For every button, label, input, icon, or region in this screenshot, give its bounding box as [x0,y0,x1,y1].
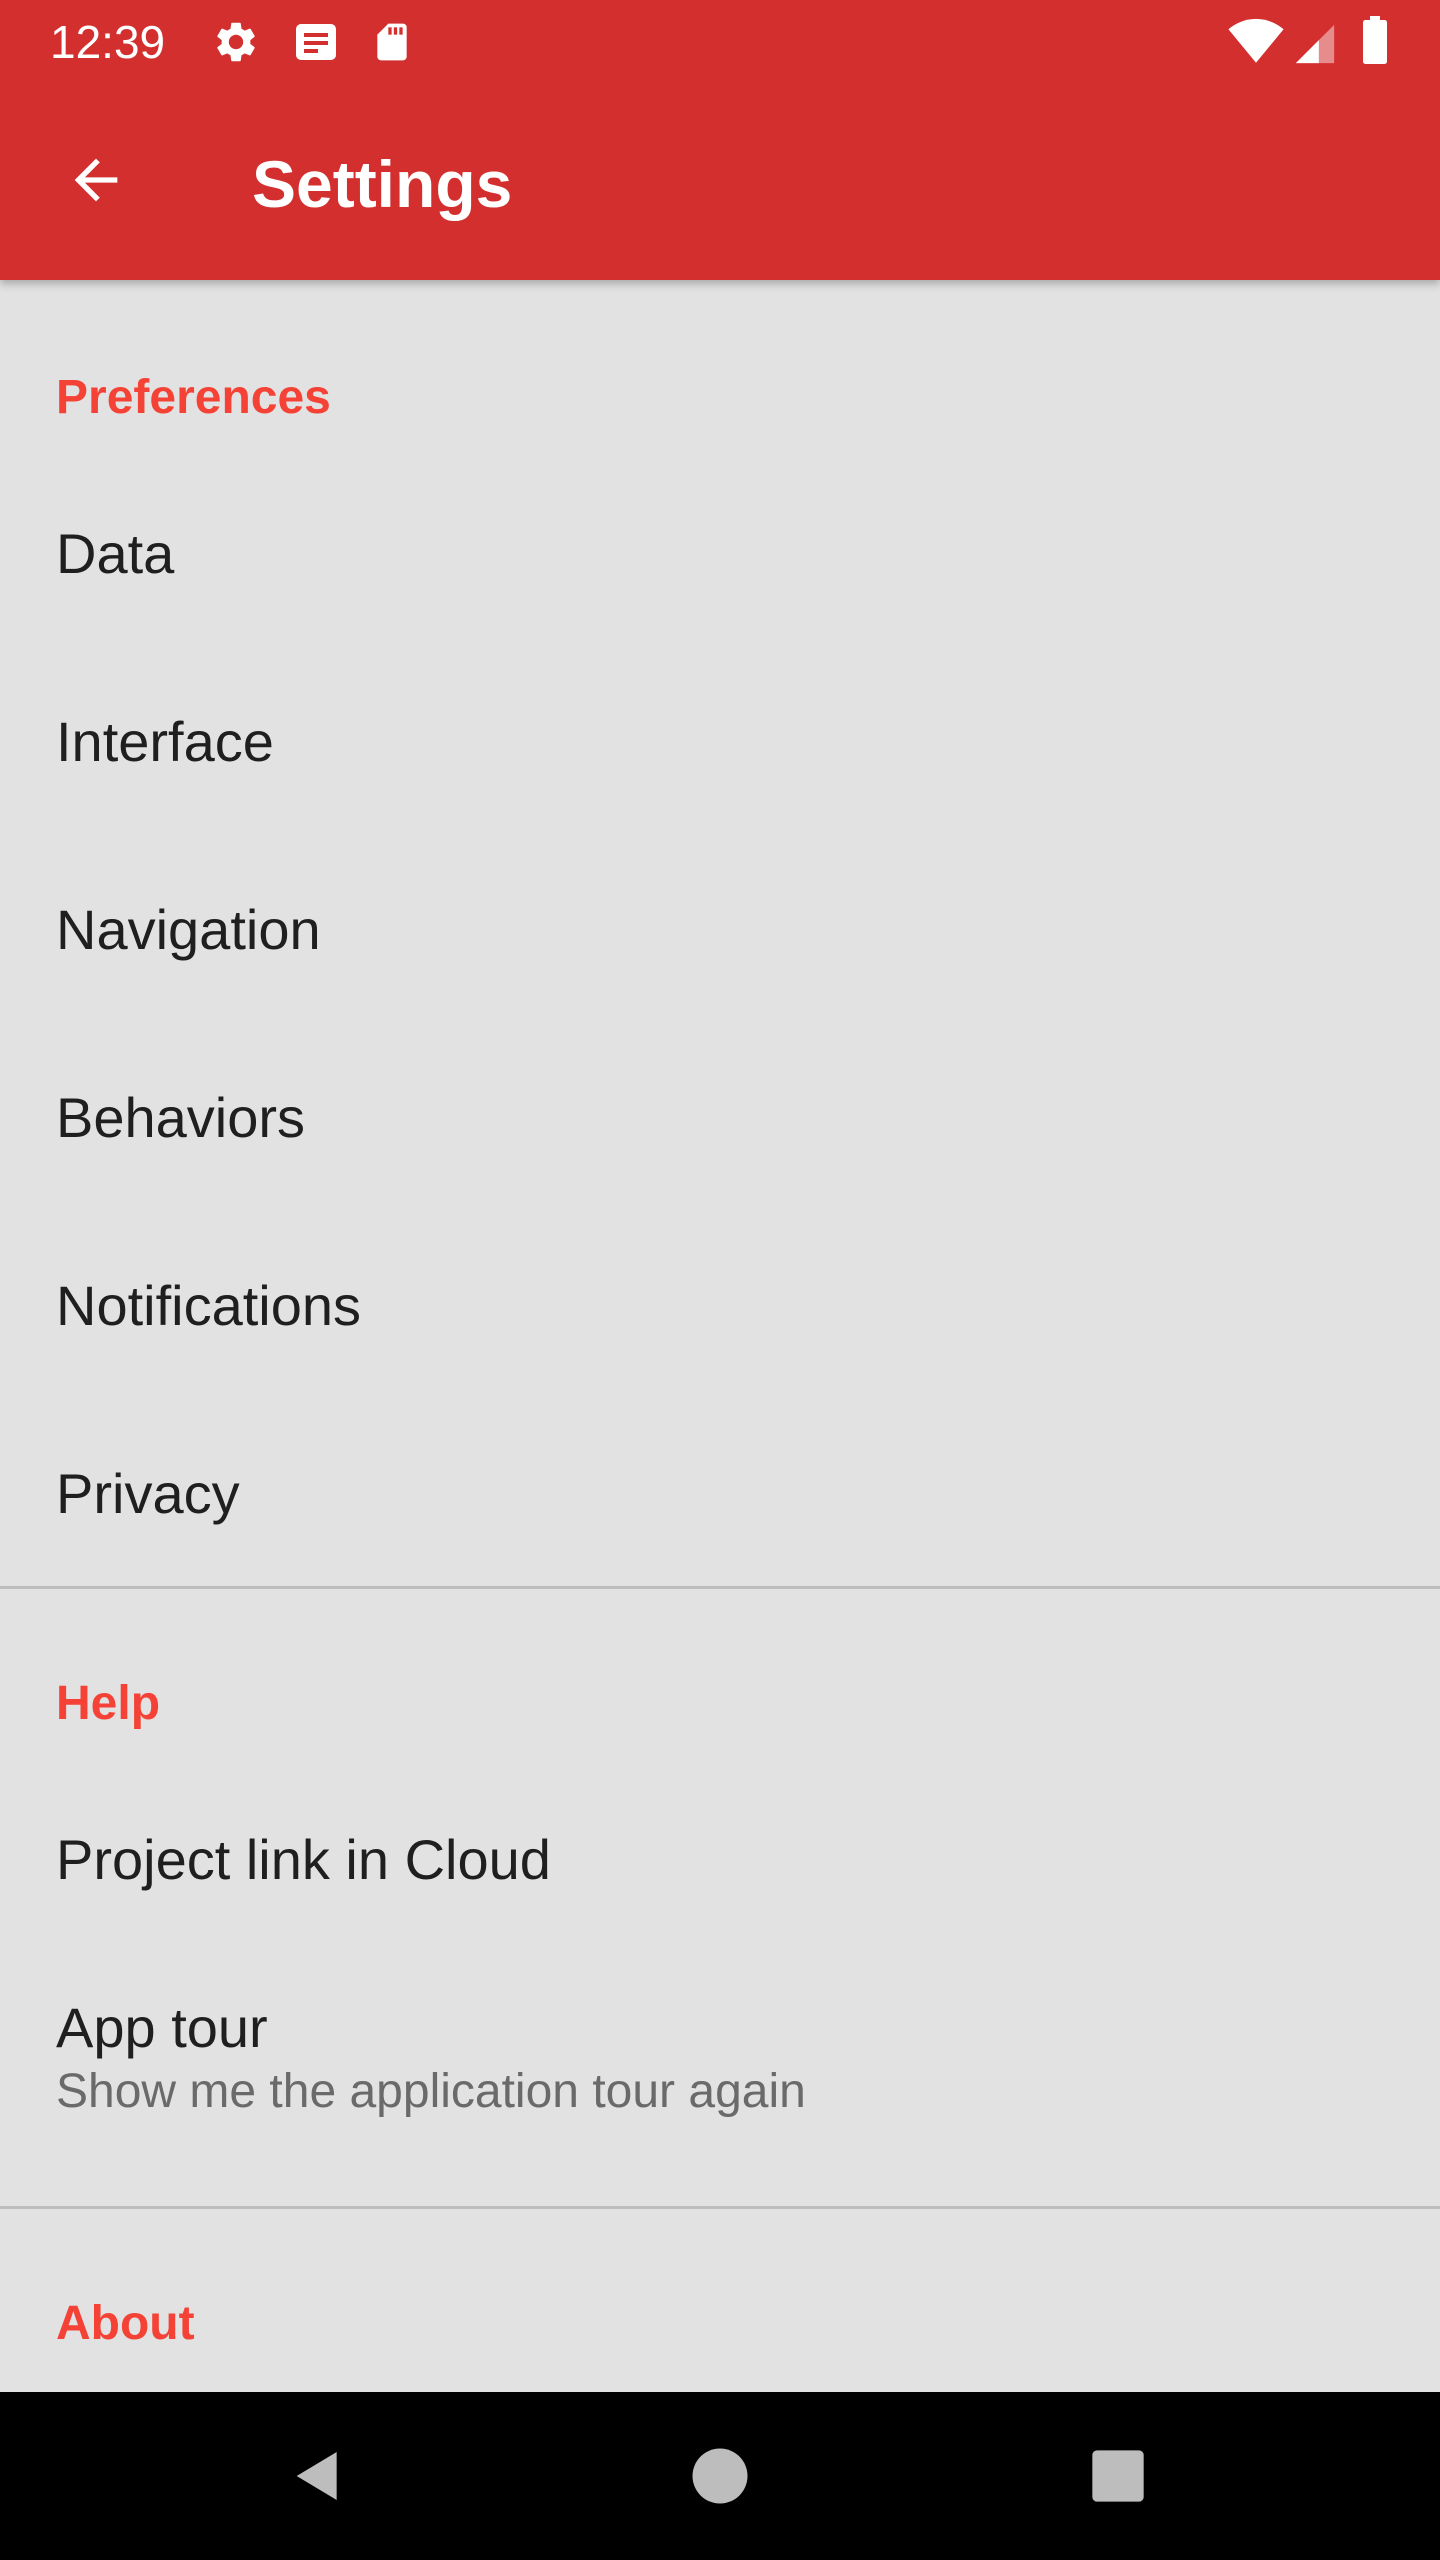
recents-square-icon [1092,2450,1144,2502]
pref-item-privacy[interactable]: Privacy [0,1400,1440,1588]
pref-item-summary: Show me the application tour again [56,2065,806,2118]
status-bar: 12:39 [0,0,1440,84]
wifi-icon [1228,18,1284,63]
sd-card-icon [377,23,407,61]
pref-item-title: App tour [56,1996,268,2059]
cellular-signal-icon [1295,24,1335,64]
gear-icon [217,22,255,62]
notification-icon [296,24,336,60]
nav-back-button[interactable] [268,2426,368,2526]
page-title: Settings [252,147,513,221]
battery-icon [1363,16,1387,64]
pref-item-notifications[interactable]: Notifications [0,1212,1440,1400]
status-time: 12:39 [50,16,166,68]
pref-item-data[interactable]: Data [0,460,1440,648]
home-circle-icon [692,2448,748,2504]
pref-item-title: Data [56,522,175,585]
pref-item-behaviors[interactable]: Behaviors [0,1024,1440,1212]
pref-item-project-link[interactable]: Project link in Cloud [0,1766,1440,1954]
nav-home-button[interactable] [670,2426,770,2526]
section-header-preferences: Preferences [56,371,331,424]
section-header-about: About [56,2297,195,2350]
pref-item-title: Privacy [56,1462,240,1525]
system-nav-bar [0,2392,1440,2560]
nav-recents-button[interactable] [1068,2426,1168,2526]
section-divider [0,1586,1440,1589]
pref-item-title: Project link in Cloud [56,1828,551,1891]
app-header: 12:39 Settings [0,0,1440,280]
settings-list: Preferences Data Interface Navigation Be… [0,280,1440,2392]
pref-item-title: Interface [56,710,274,773]
pref-item-title: Navigation [56,898,321,961]
section-header-help: Help [56,1677,161,1730]
pref-item-title: Behaviors [56,1086,306,1149]
pref-item-interface[interactable]: Interface [0,648,1440,836]
back-button[interactable] [54,138,138,222]
pref-item-title: Notifications [56,1274,362,1337]
section-divider [0,2206,1440,2209]
pref-item-navigation[interactable]: Navigation [0,836,1440,1024]
back-triangle-icon [296,2452,337,2500]
pref-item-app-tour[interactable]: App tour Show me the application tour ag… [0,1954,1440,2186]
arrow-back-icon [74,158,118,202]
